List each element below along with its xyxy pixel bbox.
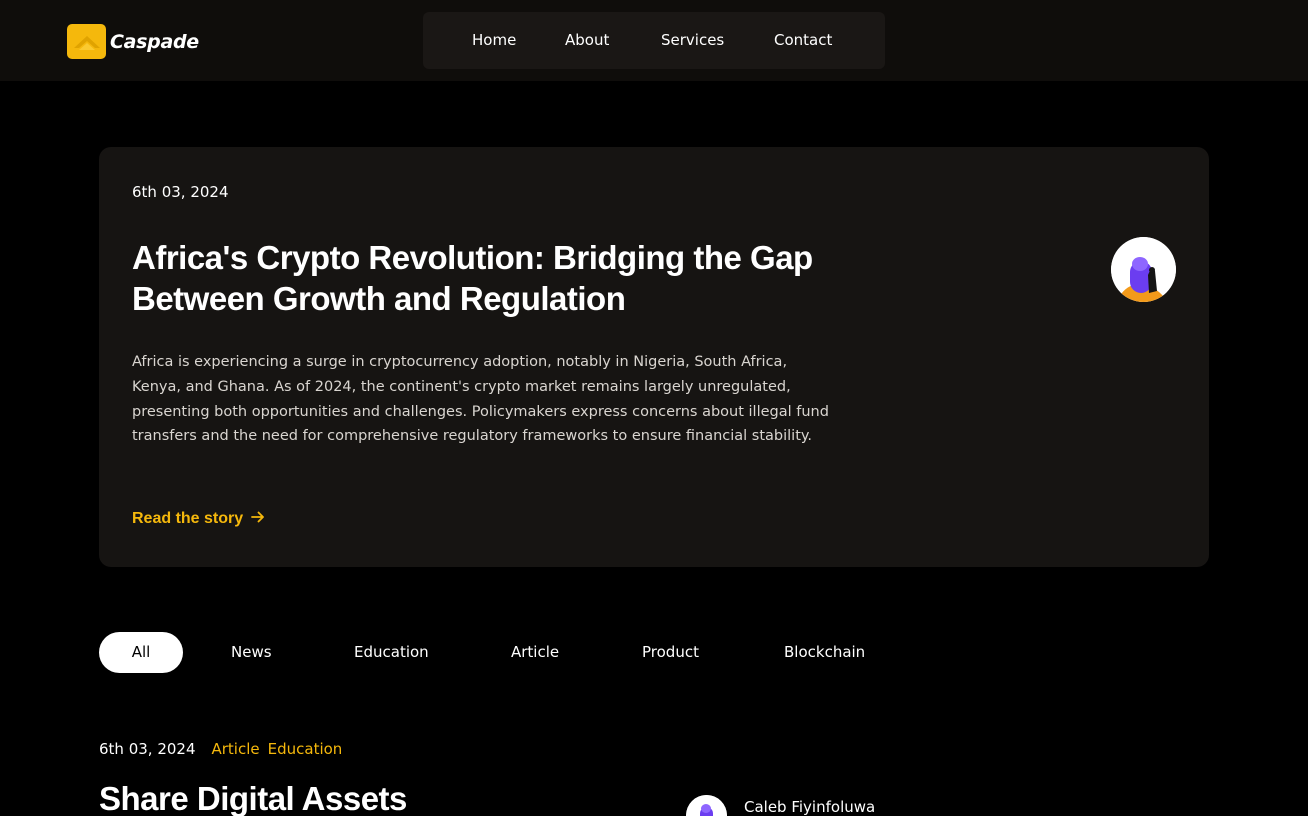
- author-name: Caleb Fiyinfoluwa: [744, 798, 876, 816]
- brand-name: Caspade: [110, 30, 199, 53]
- top-bar: Caspade Home About Services Contact: [0, 0, 1308, 81]
- featured-date: 6th 03, 2024: [132, 183, 229, 201]
- post-tag-education[interactable]: Education: [268, 740, 343, 758]
- filter-chip-product[interactable]: Product: [642, 632, 699, 673]
- read-story-label: Read the story: [132, 510, 244, 527]
- read-story-link[interactable]: Read the story: [132, 510, 265, 528]
- featured-title: Africa's Crypto Revolution: Bridging the…: [132, 239, 813, 317]
- post-title[interactable]: Share Digital Assets: [99, 780, 407, 816]
- nav-item-contact[interactable]: Contact: [774, 30, 832, 50]
- featured-summary: Africa is experiencing a surge in crypto…: [132, 354, 829, 445]
- main-nav: Home About Services Contact: [423, 12, 885, 69]
- filter-chip-article[interactable]: Article: [511, 632, 559, 673]
- post-tag-article[interactable]: Article: [212, 740, 260, 758]
- filter-chip-education[interactable]: Education: [354, 632, 429, 673]
- filter-chip-news[interactable]: News: [231, 632, 272, 673]
- filter-chip-all[interactable]: All: [99, 632, 183, 673]
- nav-item-services[interactable]: Services: [661, 30, 724, 50]
- arrow-right-icon: [251, 510, 265, 528]
- chevron-up-logo-icon: [67, 24, 106, 59]
- post-author[interactable]: Caleb Fiyinfoluwa: [686, 795, 875, 816]
- author-avatar[interactable]: [1111, 237, 1176, 302]
- nav-item-about[interactable]: About: [565, 30, 609, 50]
- author-avatar-small: [686, 795, 727, 816]
- nav-item-home[interactable]: Home: [472, 30, 516, 50]
- filter-chip-blockchain[interactable]: Blockchain: [784, 632, 865, 673]
- post-date: 6th 03, 2024: [99, 740, 196, 758]
- featured-story-card: 6th 03, 2024 Africa's Crypto Revolution:…: [99, 147, 1209, 567]
- brand-logo[interactable]: Caspade: [67, 24, 199, 59]
- post-meta: 6th 03, 2024 Article Education: [99, 740, 350, 758]
